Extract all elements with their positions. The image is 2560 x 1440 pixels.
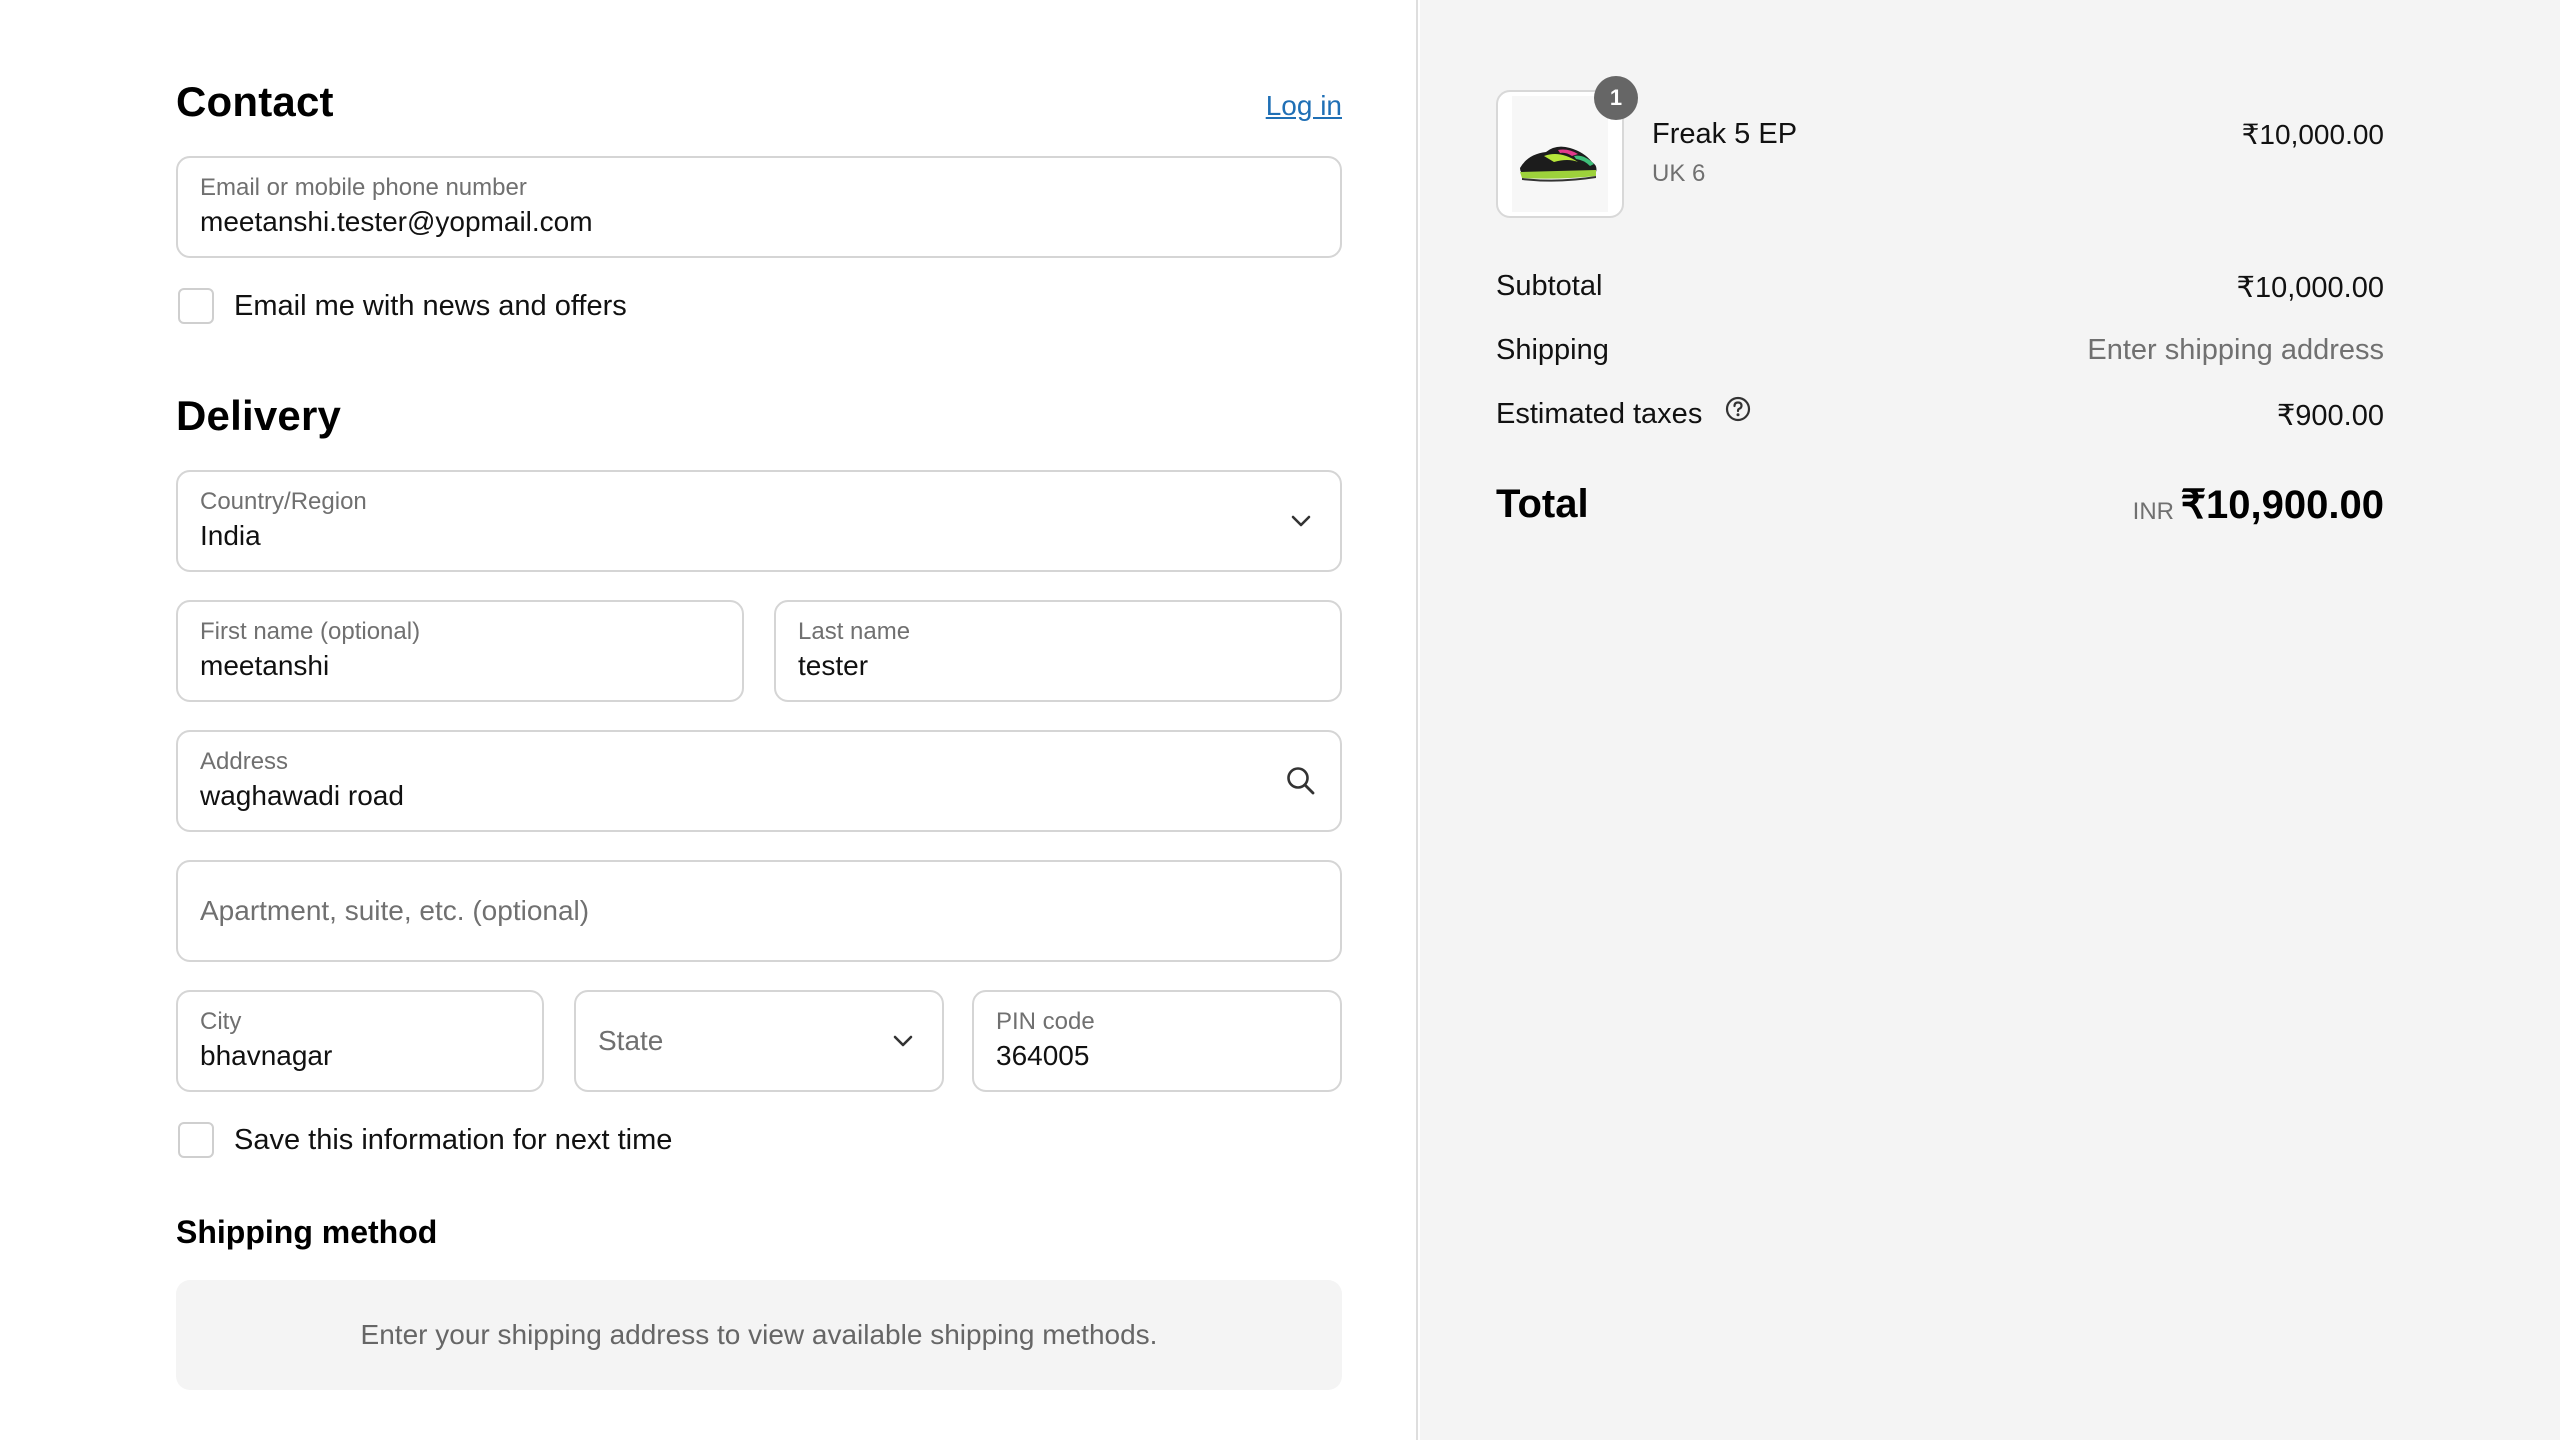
- city-field[interactable]: City bhavnagar: [176, 990, 544, 1092]
- address-field[interactable]: Address waghawadi road: [176, 730, 1342, 832]
- country-select-label: Country/Region: [200, 488, 367, 515]
- news-checkbox-row[interactable]: Email me with news and offers: [176, 288, 627, 324]
- delivery-heading: Delivery: [176, 392, 342, 439]
- shipping-method-heading: Shipping method: [176, 1214, 438, 1250]
- pin-code-label: PIN code: [996, 1008, 1095, 1035]
- subtotal-label: Subtotal: [1496, 270, 1603, 302]
- pin-code-field[interactable]: PIN code 364005: [972, 990, 1342, 1092]
- first-name-label: First name (optional): [200, 618, 421, 645]
- address-value: waghawadi road: [200, 780, 404, 811]
- state-select[interactable]: State: [574, 990, 944, 1092]
- save-info-checkbox-row[interactable]: Save this information for next time: [176, 1122, 672, 1158]
- address-label: Address: [200, 748, 289, 775]
- apartment-placeholder: Apartment, suite, etc. (optional): [200, 895, 590, 926]
- taxes-row: Estimated taxes ₹900.00: [1496, 395, 2384, 432]
- total-currency: INR: [2132, 498, 2174, 525]
- country-select[interactable]: Country/Region India: [176, 470, 1342, 572]
- product-price: ₹10,000.00: [2241, 119, 2384, 150]
- save-info-checkbox-label: Save this information for next time: [234, 1123, 673, 1156]
- state-placeholder: State: [598, 1025, 664, 1056]
- product-thumbnail: 1: [1496, 76, 1638, 218]
- news-checkbox-label: Email me with news and offers: [234, 289, 627, 322]
- total-amount: ₹10,900.00: [2180, 483, 2384, 527]
- search-icon[interactable]: [1284, 764, 1318, 798]
- checkout-page: Contact Log in Email or mobile phone num…: [0, 0, 2560, 1440]
- last-name-label: Last name: [798, 618, 911, 645]
- first-name-value: meetanshi: [200, 650, 330, 681]
- chevron-down-icon: [1284, 504, 1318, 538]
- contact-heading: Contact: [176, 78, 334, 125]
- order-summary-panel: 1 Freak 5 EP UK 6 ₹10,000.00 Subtotal ₹1…: [1420, 0, 2560, 1440]
- product-name: Freak 5 EP: [1652, 118, 1798, 150]
- total-row: Total INR ₹10,900.00: [1496, 482, 2384, 532]
- total-label: Total: [1496, 482, 1589, 526]
- shipping-row: Shipping Enter shipping address: [1496, 334, 2384, 367]
- taxes-value: ₹900.00: [2276, 400, 2384, 432]
- shipping-method-notice: Enter your shipping address to view avai…: [176, 1280, 1342, 1390]
- login-link[interactable]: Log in: [1266, 90, 1342, 122]
- last-name-field[interactable]: Last name tester: [774, 600, 1342, 702]
- country-select-value: India: [200, 520, 261, 551]
- help-circle-icon[interactable]: [1724, 395, 1752, 431]
- city-value: bhavnagar: [200, 1040, 333, 1071]
- quantity-badge: 1: [1594, 76, 1638, 120]
- checkout-form-panel: Contact Log in Email or mobile phone num…: [0, 0, 1418, 1440]
- taxes-label: Estimated taxes: [1496, 398, 1703, 430]
- first-name-field[interactable]: First name (optional) meetanshi: [176, 600, 744, 702]
- save-info-checkbox[interactable]: [178, 1122, 214, 1158]
- city-label: City: [200, 1008, 242, 1035]
- pin-code-value: 364005: [996, 1040, 1090, 1071]
- email-field-label: Email or mobile phone number: [200, 174, 527, 201]
- shipping-value: Enter shipping address: [2087, 334, 2384, 366]
- apartment-field[interactable]: Apartment, suite, etc. (optional): [176, 860, 1342, 962]
- subtotal-value: ₹10,000.00: [2236, 272, 2384, 304]
- subtotal-row: Subtotal ₹10,000.00: [1496, 270, 2384, 304]
- news-checkbox[interactable]: [178, 288, 214, 324]
- last-name-value: tester: [798, 650, 869, 681]
- product-variant: UK 6: [1652, 160, 1706, 187]
- chevron-down-icon: [886, 1024, 920, 1058]
- email-field-value: meetanshi.tester@yopmail.com: [200, 206, 593, 237]
- email-field[interactable]: Email or mobile phone number meetanshi.t…: [176, 156, 1342, 258]
- shipping-label: Shipping: [1496, 334, 1609, 366]
